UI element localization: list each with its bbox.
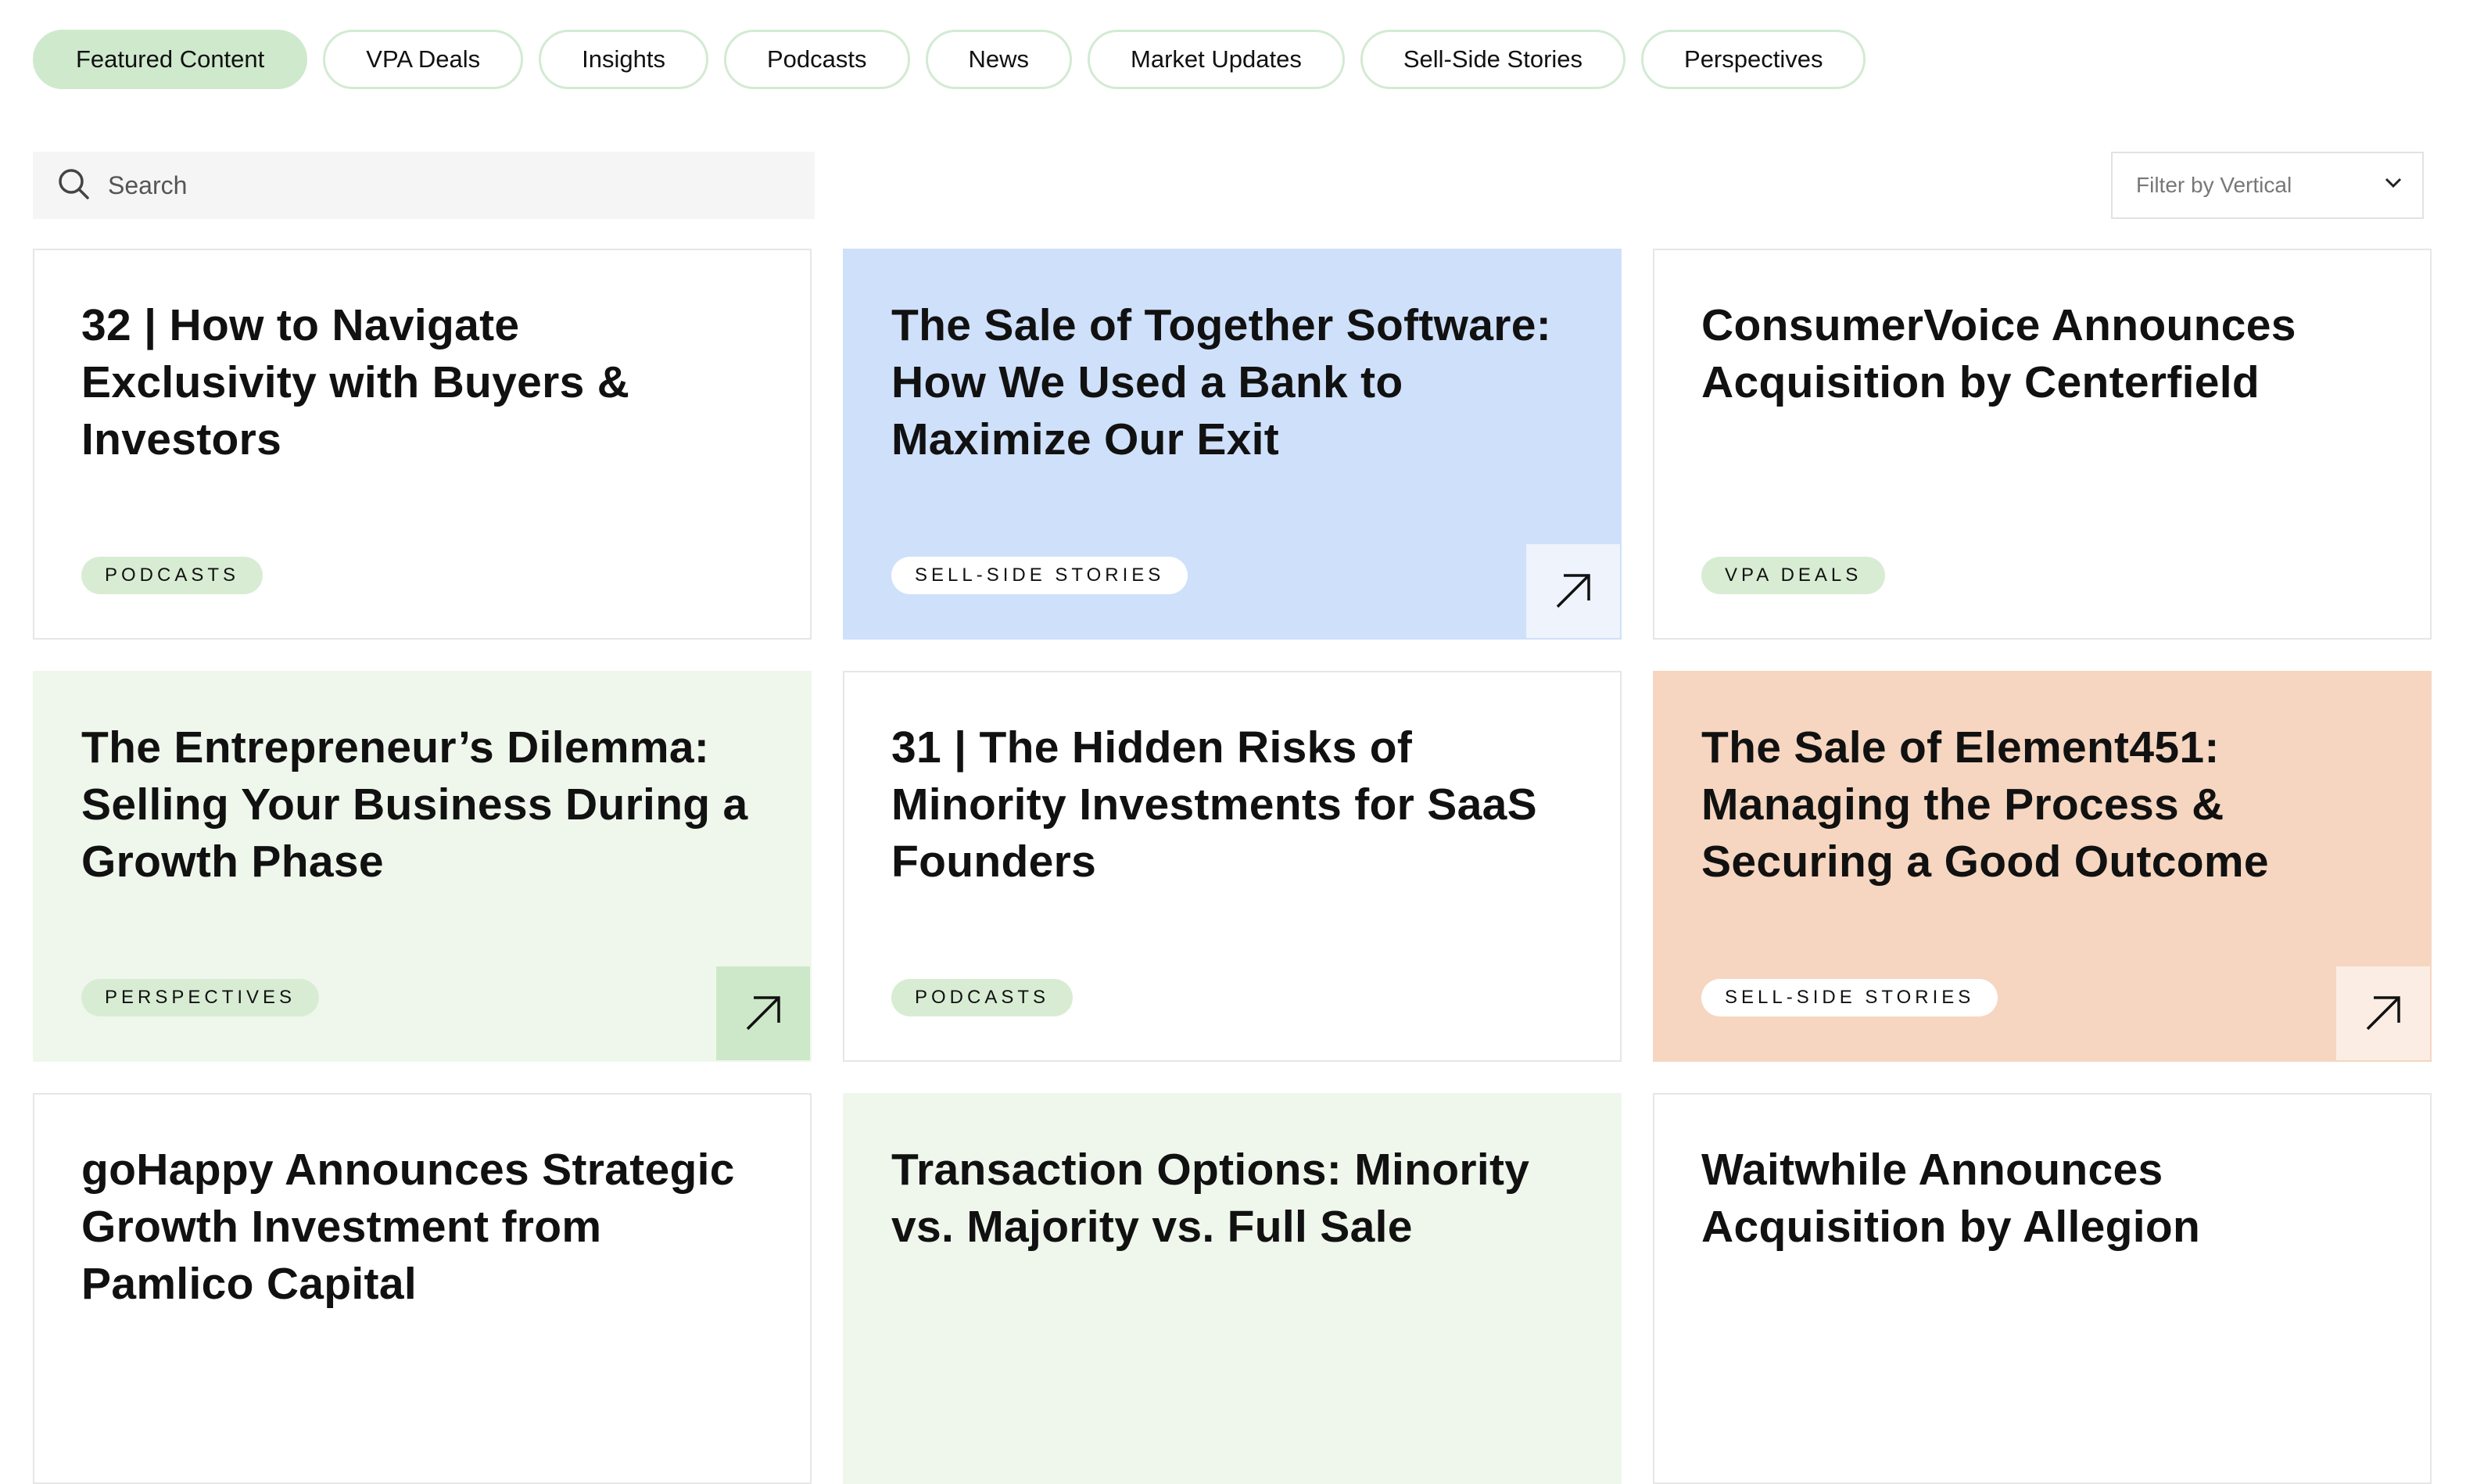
content-card[interactable]: Transaction Options: Minority vs. Majori… <box>843 1093 1622 1484</box>
card-title: 31 | The Hidden Risks of Minority Invest… <box>891 722 1537 887</box>
category-badge: SELL-SIDE STORIES <box>891 557 1188 594</box>
card-title: The Entrepreneur’s Dilemma: Selling Your… <box>81 722 748 887</box>
content-grid: 32 | How to Navigate Exclusivity with Bu… <box>33 249 2432 1484</box>
category-badge: PODCASTS <box>891 979 1073 1016</box>
tab-insights[interactable]: Insights <box>539 30 708 89</box>
content-card[interactable]: goHappy Announces Strategic Growth Inves… <box>33 1093 812 1484</box>
tab-perspectives[interactable]: Perspectives <box>1641 30 1866 89</box>
tab-podcasts[interactable]: Podcasts <box>724 30 910 89</box>
content-card[interactable]: 31 | The Hidden Risks of Minority Invest… <box>843 671 1622 1062</box>
search-input[interactable] <box>106 170 782 201</box>
content-card[interactable]: 32 | How to Navigate Exclusivity with Bu… <box>33 249 812 640</box>
card-title: ConsumerVoice Announces Acquisition by C… <box>1701 300 2296 407</box>
tab-news[interactable]: News <box>925 30 1073 89</box>
tab-featured-content[interactable]: Featured Content <box>33 30 308 89</box>
tab-market-updates[interactable]: Market Updates <box>1088 30 1345 89</box>
content-card[interactable]: ConsumerVoice Announces Acquisition by C… <box>1653 249 2432 640</box>
arrow-up-right-icon[interactable] <box>716 966 810 1060</box>
content-card[interactable]: The Entrepreneur’s Dilemma: Selling Your… <box>33 671 812 1062</box>
category-badge: PERSPECTIVES <box>81 979 320 1016</box>
search-bar <box>33 152 815 219</box>
content-card[interactable]: The Sale of Together Software: How We Us… <box>843 249 1622 640</box>
tab-vpa-deals[interactable]: VPA Deals <box>323 30 524 89</box>
arrow-up-right-icon[interactable] <box>2336 966 2430 1060</box>
content-card[interactable]: Waitwhile Announces Acquisition by Alleg… <box>1653 1093 2432 1484</box>
filter-label: Filter by Vertical <box>2136 173 2292 197</box>
filter-by-vertical-select[interactable]: Filter by Vertical <box>2111 152 2424 219</box>
card-title: goHappy Announces Strategic Growth Inves… <box>81 1145 735 1309</box>
category-badge: PODCASTS <box>81 557 263 594</box>
category-badge: VPA DEALS <box>1701 557 1886 594</box>
card-title: The Sale of Together Software: How We Us… <box>891 300 1552 464</box>
search-icon <box>56 167 91 205</box>
card-title: Waitwhile Announces Acquisition by Alleg… <box>1701 1145 2201 1252</box>
content-card[interactable]: The Sale of Element451: Managing the Pro… <box>1653 671 2432 1062</box>
card-title: 32 | How to Navigate Exclusivity with Bu… <box>81 300 630 464</box>
category-tabs: Featured Content VPA Deals Insights Podc… <box>33 30 1866 89</box>
category-badge: SELL-SIDE STORIES <box>1701 979 1998 1016</box>
tab-sell-side-stories[interactable]: Sell-Side Stories <box>1360 30 1626 89</box>
card-title: The Sale of Element451: Managing the Pro… <box>1701 722 2269 887</box>
card-title: Transaction Options: Minority vs. Majori… <box>891 1145 1530 1252</box>
chevron-down-icon <box>2382 171 2405 200</box>
arrow-up-right-icon[interactable] <box>1526 544 1620 638</box>
